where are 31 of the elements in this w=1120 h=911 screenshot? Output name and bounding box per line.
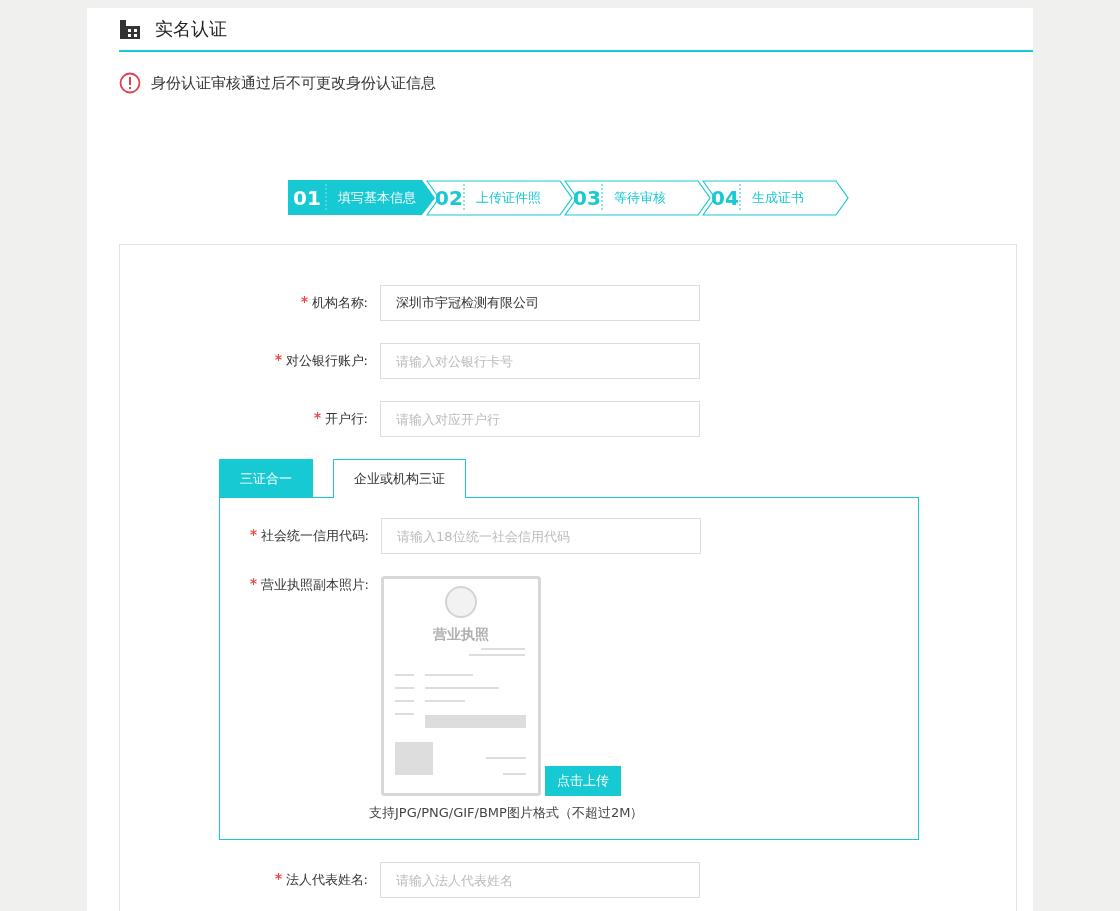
upload-hint: 支持JPG/PNG/GIF/BMP图片格式（不超过2M） (369, 804, 644, 822)
step-number: 04 (710, 186, 740, 210)
license-sample-drawing: 营业执照 (381, 576, 541, 796)
step-tab[interactable]: 01 填写基本信息 (288, 180, 436, 216)
input-field[interactable]: 请输入对公银行卡号 (380, 343, 700, 379)
step-label: 生成证书 (751, 189, 804, 207)
step-tab[interactable]: 03 等待审核 (564, 180, 712, 216)
input-field[interactable]: 请输入对应开户行 (380, 401, 700, 437)
input-field[interactable]: 深圳市宇冠检测有限公司 (380, 285, 700, 321)
warning-icon (119, 72, 141, 94)
building-icon (119, 19, 141, 39)
upload-button[interactable]: 点击上传 (545, 766, 621, 796)
page-title: 实名认证 (155, 17, 227, 41)
field-label: 机构名称: (311, 295, 368, 310)
field-label: 开户行: (324, 411, 368, 426)
step-tab[interactable]: 02 上传证件照 (426, 180, 574, 216)
step-tab[interactable]: 04 生成证书 (702, 180, 850, 216)
field-label: 社会统一信用代码: (260, 528, 369, 543)
step-number: 01 (292, 186, 322, 210)
step-label: 等待审核 (613, 189, 666, 207)
field-label: 营业执照副本照片: (260, 577, 369, 592)
input-field[interactable]: 请输入法人代表姓名 (380, 862, 700, 898)
step-number: 02 (434, 186, 464, 210)
tab[interactable]: 企业或机构三证 (333, 459, 466, 498)
field-label: 法人代表姓名: (285, 872, 368, 887)
step-label: 填写基本信息 (337, 189, 416, 207)
tab[interactable]: 三证合一 (219, 459, 313, 498)
notice-text: 身份认证审核通过后不可更改身份认证信息 (151, 73, 436, 93)
step-number: 03 (572, 186, 602, 210)
field-label: 对公银行账户: (285, 353, 368, 368)
step-label: 上传证件照 (475, 189, 541, 207)
